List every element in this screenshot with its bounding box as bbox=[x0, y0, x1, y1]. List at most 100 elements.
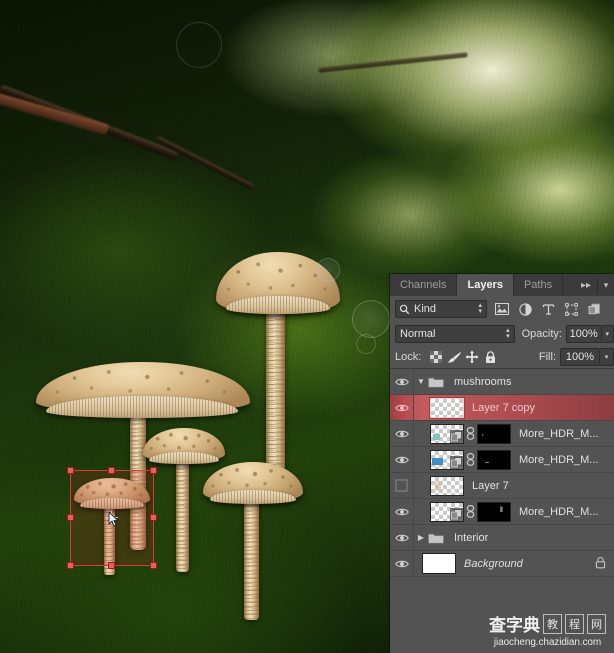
fill-dropdown-icon[interactable]: ▾ bbox=[600, 348, 614, 366]
filter-smart-object-icon[interactable] bbox=[586, 301, 602, 317]
layer-visibility-toggle[interactable] bbox=[390, 421, 414, 446]
filter-shape-icon[interactable] bbox=[563, 301, 579, 317]
fill-value: 100% bbox=[565, 351, 595, 363]
folder-icon bbox=[428, 376, 446, 388]
lock-row[interactable]: Lock: Fill: 100% ▾ bbox=[390, 346, 614, 368]
layer-thumbnail[interactable] bbox=[430, 423, 464, 444]
layer-thumbnail[interactable] bbox=[429, 396, 465, 419]
layer-visibility-toggle[interactable] bbox=[390, 473, 414, 498]
watermark-brand-cn: 查字典 bbox=[489, 616, 540, 636]
layer-thumbnail[interactable] bbox=[430, 449, 464, 470]
transform-handle-top-center[interactable] bbox=[108, 467, 115, 474]
layer-name: Layer 7 bbox=[472, 479, 509, 492]
layer-name: More_HDR_M... bbox=[519, 505, 599, 518]
layer-indent-2 bbox=[422, 499, 430, 524]
transform-handle-top-left[interactable] bbox=[67, 467, 74, 474]
transform-handle-bottom-center[interactable] bbox=[108, 562, 115, 569]
tab-layers[interactable]: Layers bbox=[457, 274, 514, 296]
bokeh-bubble-4 bbox=[356, 334, 376, 354]
layer-mask-link-icon[interactable] bbox=[464, 505, 477, 518]
lock-all-icon[interactable] bbox=[481, 349, 499, 365]
layer-thumbnail[interactable] bbox=[422, 553, 456, 574]
eye-icon bbox=[394, 508, 409, 515]
watermark-badge-2: 程 bbox=[565, 613, 584, 634]
tab-strip-spacer bbox=[563, 274, 575, 296]
lock-label: Lock: bbox=[395, 351, 422, 363]
opacity-dropdown-icon[interactable]: ▾ bbox=[601, 325, 614, 343]
bokeh-bubble-3 bbox=[176, 22, 222, 68]
layer-name: More_HDR_M... bbox=[519, 427, 599, 440]
tab-channels-label: Channels bbox=[400, 279, 447, 291]
tab-layers-label: Layers bbox=[467, 279, 503, 291]
layer-row-mushrooms[interactable]: ▼ mushrooms bbox=[390, 369, 614, 395]
transform-handle-middle-right[interactable] bbox=[150, 514, 157, 521]
layer-visibility-toggle[interactable] bbox=[390, 369, 414, 394]
mushroom-right-gills bbox=[210, 490, 296, 504]
layer-name: mushrooms bbox=[454, 375, 512, 388]
transform-handle-bottom-right[interactable] bbox=[150, 562, 157, 569]
lock-position-icon[interactable] bbox=[463, 349, 481, 365]
eye-icon bbox=[394, 456, 409, 463]
smart-object-badge-icon bbox=[450, 507, 463, 521]
fill-input[interactable]: 100% bbox=[560, 348, 600, 366]
watermark: 查字典 教 程 网 jiaocheng.chazidian.com bbox=[489, 611, 606, 648]
layer-mask-thumbnail[interactable]: ~ bbox=[477, 449, 511, 470]
layer-mask-link-icon[interactable] bbox=[464, 453, 477, 466]
layer-thumbnail[interactable] bbox=[430, 501, 464, 522]
layer-indent bbox=[414, 499, 422, 524]
screenshot-root: Channels Layers Paths ▸▸ ▾ Kind ▴ ▾ Norm… bbox=[0, 0, 614, 653]
eye-icon bbox=[394, 430, 409, 437]
layer-indent bbox=[414, 447, 422, 472]
layer-thumbnail[interactable] bbox=[430, 475, 464, 496]
layers-panel[interactable]: Channels Layers Paths ▸▸ ▾ Kind ▴ ▾ Norm… bbox=[390, 274, 614, 653]
lock-transparent-pixels-icon[interactable] bbox=[427, 349, 445, 365]
panel-menu-icon[interactable]: ▾ bbox=[598, 274, 614, 296]
tab-paths[interactable]: Paths bbox=[513, 274, 564, 296]
layer-mask-link-icon[interactable] bbox=[464, 427, 477, 440]
panel-tab-strip[interactable]: Channels Layers Paths ▸▸ ▾ bbox=[390, 274, 614, 296]
layer-visibility-toggle[interactable] bbox=[390, 499, 414, 524]
eye-icon bbox=[394, 404, 409, 411]
up-down-stepper-icon[interactable]: ▴ ▾ bbox=[478, 302, 482, 315]
watermark-url: jiaocheng.chazidian.com bbox=[493, 637, 602, 648]
filter-adjustment-icon[interactable] bbox=[517, 301, 533, 317]
filter-pixel-icon[interactable] bbox=[494, 301, 510, 317]
layer-filter-row[interactable]: Kind ▴ ▾ bbox=[390, 296, 614, 322]
layer-indent bbox=[414, 551, 422, 576]
layer-list[interactable]: ▼ mushrooms Layer 7 copy ’ More_HDR_M...… bbox=[390, 368, 614, 577]
group-expand-triangle-icon[interactable]: ▼ bbox=[414, 377, 428, 386]
blend-mode-row[interactable]: Normal ▴ ▾ Opacity: 100% ▾ bbox=[390, 322, 614, 346]
layer-row-interior[interactable]: ▶ Interior bbox=[390, 525, 614, 551]
layer-visibility-toggle[interactable] bbox=[390, 551, 414, 576]
mushroom-large-stem bbox=[266, 300, 285, 475]
layer-row-layer-7[interactable]: Layer 7 bbox=[390, 473, 614, 499]
layer-visibility-toggle[interactable] bbox=[390, 525, 414, 550]
layer-mask-thumbnail[interactable]: ’ bbox=[477, 423, 511, 444]
lock-image-pixels-icon[interactable] bbox=[445, 349, 463, 365]
tab-channels[interactable]: Channels bbox=[390, 274, 458, 296]
filter-type-icon[interactable] bbox=[540, 301, 556, 317]
search-icon bbox=[399, 304, 410, 314]
layer-row-layer-7-copy[interactable]: Layer 7 copy bbox=[390, 395, 614, 421]
layer-row-more-hdr-1[interactable]: ’ More_HDR_M... bbox=[390, 421, 614, 447]
transform-handle-middle-left[interactable] bbox=[67, 514, 74, 521]
transform-handle-top-right[interactable] bbox=[150, 467, 157, 474]
layer-name: Background bbox=[464, 557, 523, 570]
opacity-input[interactable]: 100% bbox=[565, 325, 602, 343]
mushroom-large-gills bbox=[226, 296, 330, 314]
layer-row-more-hdr-2[interactable]: ~ More_HDR_M... bbox=[390, 447, 614, 473]
layer-visibility-toggle[interactable] bbox=[390, 395, 414, 420]
blend-mode-select[interactable]: Normal ▴ ▾ bbox=[395, 325, 515, 343]
blend-stepper-icon[interactable]: ▴ ▾ bbox=[506, 327, 510, 340]
layer-visibility-toggle[interactable] bbox=[390, 447, 414, 472]
layer-mask-thumbnail[interactable]: ‖ bbox=[477, 501, 511, 522]
filter-kind-select[interactable]: Kind ▴ ▾ bbox=[395, 300, 487, 318]
watermark-logo-row: 查字典 教 程 网 bbox=[489, 611, 606, 636]
layer-indent-2 bbox=[422, 473, 430, 498]
layer-row-more-hdr-3[interactable]: ‖ More_HDR_M... bbox=[390, 499, 614, 525]
layer-row-background[interactable]: Background bbox=[390, 551, 614, 577]
double-chevron-right-icon[interactable]: ▸▸ bbox=[575, 274, 597, 296]
transform-handle-bottom-left[interactable] bbox=[67, 562, 74, 569]
group-collapse-triangle-icon[interactable]: ▶ bbox=[414, 533, 428, 542]
layer-name: More_HDR_M... bbox=[519, 453, 599, 466]
